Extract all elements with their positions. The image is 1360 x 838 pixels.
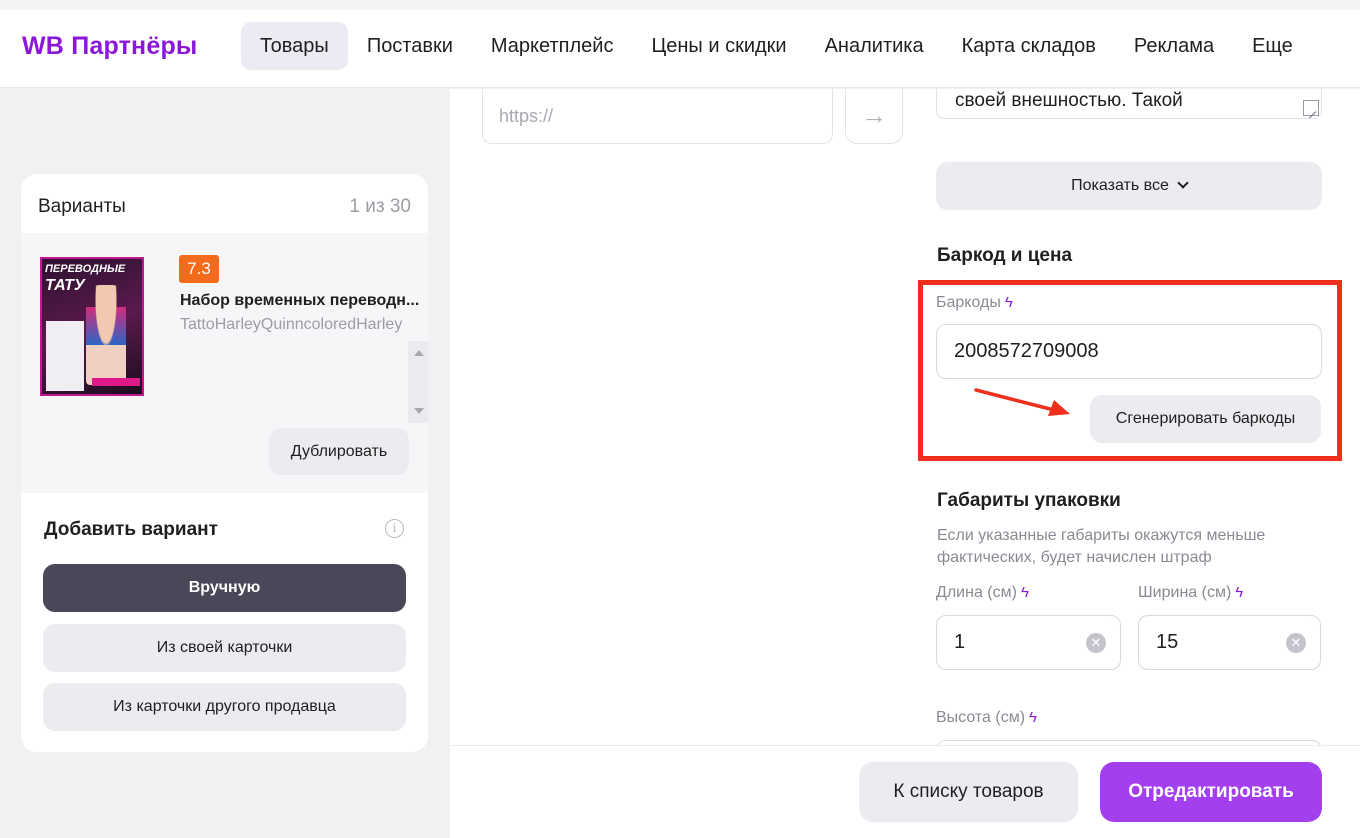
width-value: 15 xyxy=(1156,631,1179,653)
length-value: 1 xyxy=(954,631,966,653)
width-input[interactable]: 15 ✕ xyxy=(1138,615,1321,670)
thumbnail-strip xyxy=(92,378,140,386)
thumbnail-sticker-sheet xyxy=(46,321,84,391)
arrow-right-icon[interactable]: → xyxy=(845,89,903,144)
variant-list: ПЕРЕВОДНЫЕ ТАТУ 7.3 Набор временных пере… xyxy=(21,233,428,493)
length-input[interactable]: 1 ✕ xyxy=(936,615,1121,670)
nav-item-analytics[interactable]: Аналитика xyxy=(806,22,943,70)
lightning-icon: ϟ xyxy=(1020,584,1029,601)
variants-title: Варианты xyxy=(38,196,126,217)
nav-item-marketplace[interactable]: Маркетплейс xyxy=(472,22,633,70)
description-textarea[interactable]: своей внешностью. Такой xyxy=(936,89,1322,119)
thumbnail-text-top: ПЕРЕВОДНЫЕ xyxy=(45,263,126,275)
add-from-own-card-button[interactable]: Из своей карточки xyxy=(43,624,406,672)
highlight-frame xyxy=(918,280,1342,461)
variants-card: Варианты 1 из 30 ПЕРЕВОДНЫЕ ТАТУ 7.3 Наб… xyxy=(21,174,428,752)
back-to-list-button[interactable]: К списку товаров xyxy=(859,762,1078,822)
scroll-up-icon[interactable] xyxy=(414,350,424,356)
product-article: TattoHarleyQuinncoloredHarley xyxy=(180,316,403,333)
dimensions-title: Габариты упаковки xyxy=(937,490,1121,511)
duplicate-button[interactable]: Дублировать xyxy=(269,428,409,475)
height-label: Высота (см) ϟ xyxy=(936,709,1037,727)
media-url-input[interactable]: https:// xyxy=(482,89,833,144)
nav-item-supplies[interactable]: Поставки xyxy=(348,22,472,70)
show-all-label: Показать все xyxy=(1071,177,1169,194)
length-label: Длина (см) ϟ xyxy=(936,584,1029,602)
nav-item-products[interactable]: Товары xyxy=(241,22,348,70)
length-label-text: Длина (см) xyxy=(936,584,1017,601)
logo[interactable]: WB Партнёры xyxy=(22,32,197,61)
nav-item-prices[interactable]: Цены и скидки xyxy=(632,22,805,70)
resize-handle-icon[interactable] xyxy=(1303,100,1319,116)
nav-item-more[interactable]: Еще xyxy=(1233,22,1312,70)
barcode-section-title: Баркод и цена xyxy=(937,245,1073,266)
info-icon[interactable]: i xyxy=(385,519,404,538)
width-label-text: Ширина (см) xyxy=(1138,584,1232,601)
product-name[interactable]: Набор временных переводн... xyxy=(180,292,419,310)
lightning-icon: ϟ xyxy=(1029,709,1037,726)
edit-button[interactable]: Отредактировать xyxy=(1100,762,1322,822)
list-scrollbar[interactable] xyxy=(408,341,428,423)
width-label: Ширина (см) ϟ xyxy=(1138,584,1243,602)
add-variant-title: Добавить вариант xyxy=(44,519,218,540)
nav-item-warehouse-map[interactable]: Карта складов xyxy=(943,22,1115,70)
lightning-icon: ϟ xyxy=(1235,584,1244,601)
height-label-text: Высота (см) xyxy=(936,709,1026,726)
product-thumbnail[interactable]: ПЕРЕВОДНЫЕ ТАТУ xyxy=(40,257,144,396)
top-navigation-bar: WB Партнёры Товары Поставки Маркетплейс … xyxy=(0,0,1360,88)
clear-icon[interactable]: ✕ xyxy=(1286,633,1306,653)
clear-icon[interactable]: ✕ xyxy=(1086,633,1106,653)
show-all-button[interactable]: Показать все xyxy=(936,162,1322,210)
rating-badge: 7.3 xyxy=(179,255,219,283)
add-manually-button[interactable]: Вручную xyxy=(43,564,406,612)
thumbnail-text-main: ТАТУ xyxy=(45,277,85,294)
scroll-down-icon[interactable] xyxy=(414,408,424,414)
thumbnail-figure xyxy=(86,285,126,385)
annotation-arrow-icon xyxy=(974,388,1070,416)
main-nav: Товары Поставки Маркетплейс Цены и скидк… xyxy=(241,22,1312,70)
dimensions-hint: Если указанные габариты окажутся меньше … xyxy=(937,527,1266,566)
chevron-down-icon xyxy=(1177,177,1189,189)
description-text: своей внешностью. Такой xyxy=(955,90,1183,111)
variants-count: 1 из 30 xyxy=(349,196,411,217)
add-from-other-seller-button[interactable]: Из карточки другого продавца xyxy=(43,683,406,731)
nav-item-ads[interactable]: Реклама xyxy=(1115,22,1233,70)
